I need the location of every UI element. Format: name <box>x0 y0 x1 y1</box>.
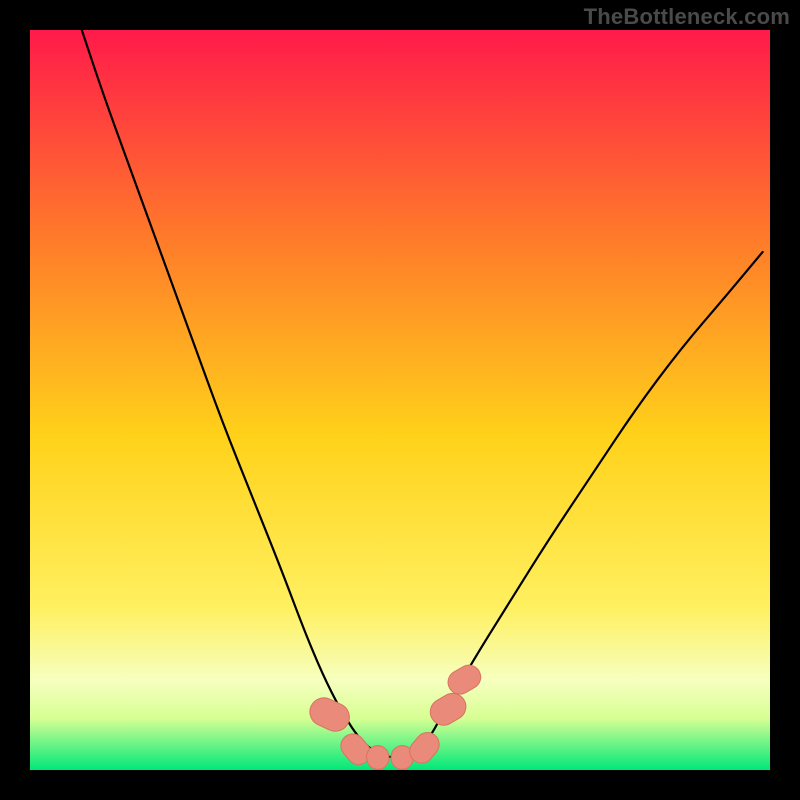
plot-area <box>30 30 770 770</box>
watermark-text: TheBottleneck.com <box>584 4 790 30</box>
bottleneck-chart <box>0 0 800 800</box>
chart-frame: TheBottleneck.com <box>0 0 800 800</box>
